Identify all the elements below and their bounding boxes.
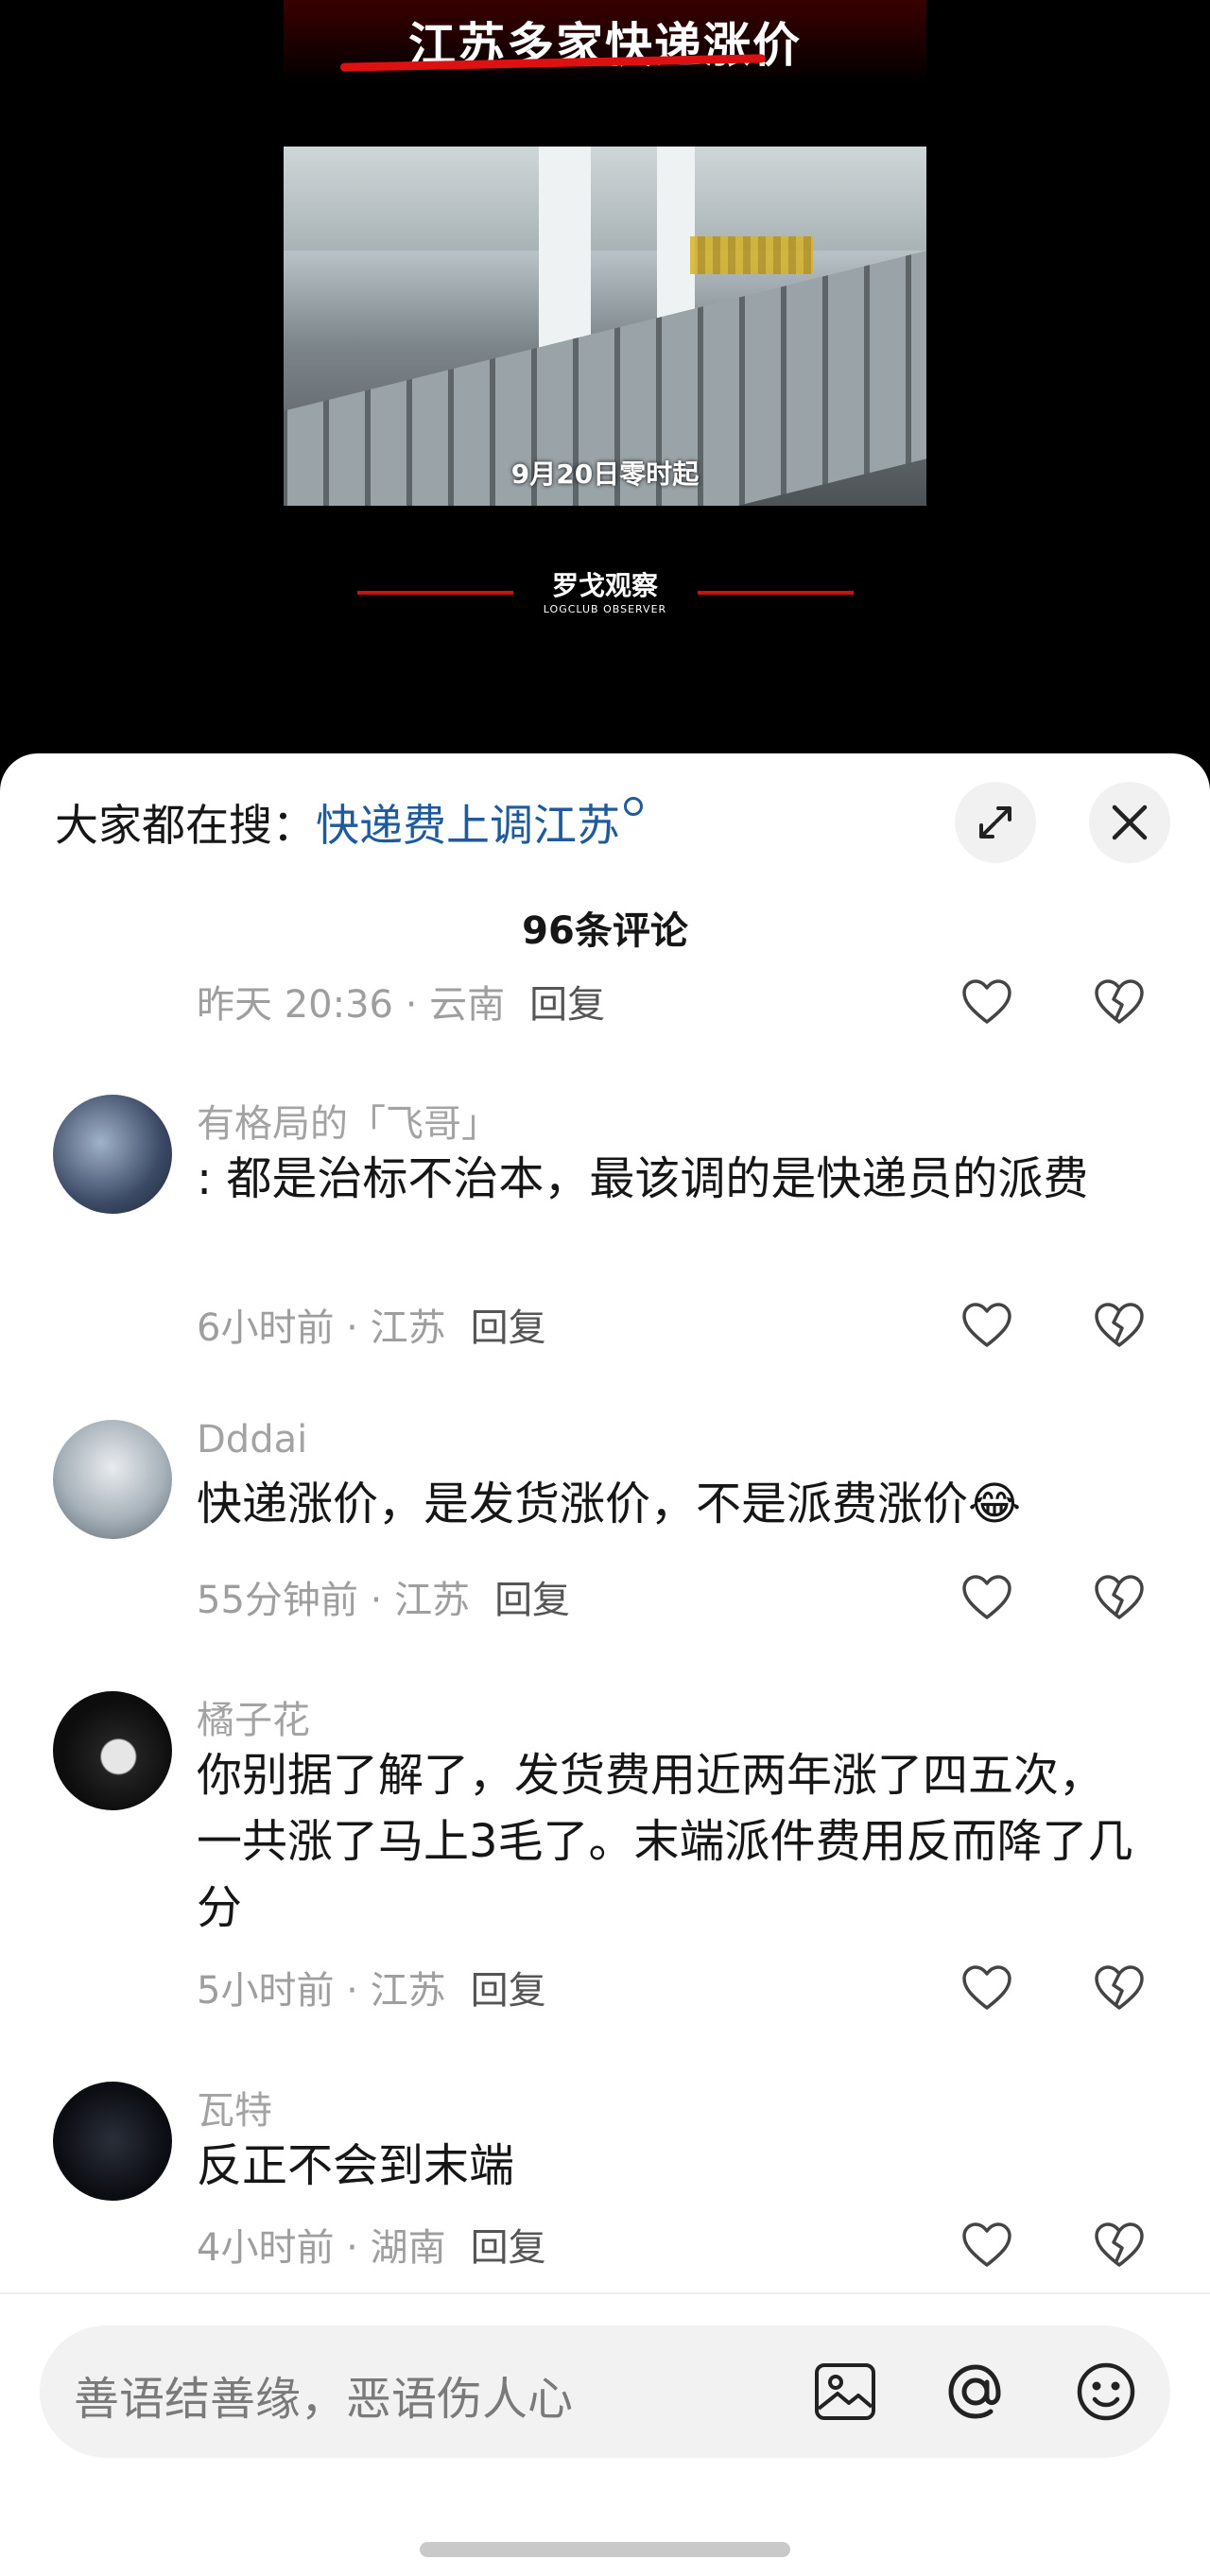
broken-heart-icon[interactable]	[1093, 2220, 1146, 2273]
comment-meta: 6小时前 · 江苏 回复	[197, 1306, 546, 1350]
avatar[interactable]	[53, 1095, 172, 1214]
avatar[interactable]	[53, 2082, 172, 2201]
close-icon	[1112, 804, 1148, 840]
comment-time: 4小时前	[197, 2226, 335, 2270]
laughing-crying-emoji: 😂	[968, 1478, 1022, 1530]
search-icon	[624, 797, 643, 816]
warehouse-ceiling	[284, 147, 926, 251]
reply-button[interactable]: 回复	[471, 1306, 546, 1350]
smiley-icon[interactable]	[1066, 2352, 1146, 2431]
comment-count: 96条评论	[522, 909, 688, 953]
heart-icon[interactable]	[960, 1962, 1013, 2015]
comment-meta: 5小时前 · 江苏 回复	[197, 1969, 546, 2013]
comment-meta: 55分钟前 · 江苏 回复	[197, 1579, 571, 1622]
comment-location: 江苏	[370, 1306, 446, 1350]
comment-author[interactable]: 橘子花	[197, 1689, 310, 1744]
comment-meta: 4小时前 · 湖南 回复	[197, 2226, 546, 2270]
conveyor-frame	[690, 236, 813, 274]
comment-author[interactable]: Dddai	[197, 1418, 307, 1461]
comment-text: : 都是治标不治本，最该调的是快递员的派费	[197, 1152, 1089, 1205]
comment-input[interactable]: 善语结善缘，恶语伤人心	[40, 2325, 1170, 2458]
heart-icon[interactable]	[960, 1300, 1013, 1353]
comment-text: 反正不会到末端	[197, 2139, 515, 2192]
comment-text: 你别据了解了，发货费用近两年涨了四五次，一共涨了马上3毛了。末端派件费用反而降了…	[197, 1749, 1133, 1934]
heart-icon[interactable]	[960, 1572, 1013, 1625]
video-frame	[284, 147, 926, 506]
close-button[interactable]	[1089, 782, 1170, 863]
broken-heart-icon[interactable]	[1093, 1572, 1146, 1625]
comment-time: 6小时前	[197, 1306, 335, 1350]
comment-location: 江苏	[394, 1579, 471, 1622]
avatar[interactable]	[53, 1691, 172, 1810]
heart-icon[interactable]	[960, 2220, 1013, 2273]
reply-button[interactable]: 回复	[494, 1579, 570, 1622]
expand-button[interactable]	[955, 782, 1036, 863]
reply-button[interactable]: 回复	[529, 983, 605, 1027]
comment-input-bar: 善语结善缘，恶语伤人心	[0, 2292, 1210, 2576]
comment-location: 云南	[429, 983, 506, 1027]
brand-divider-right	[698, 591, 854, 595]
video-player[interactable]: 江苏多家快递涨价 9月20日零时起 罗戈观察 LOGCLUB OBSERVER	[0, 0, 1210, 756]
reply-button[interactable]: 回复	[471, 1969, 546, 2013]
comment-time: 昨天 20:36	[197, 983, 393, 1027]
comment-time: 55分钟前	[197, 1579, 358, 1622]
comment-author[interactable]: 瓦特	[197, 2080, 272, 2135]
broken-heart-icon[interactable]	[1093, 1300, 1146, 1353]
comment-location: 湖南	[370, 2226, 446, 2270]
trending-search-label: 大家都在搜：	[55, 800, 316, 851]
comment-time: 5小时前	[197, 1969, 335, 2013]
comment-meta: 昨天 20:36 · 云南 回复	[197, 983, 606, 1027]
broken-heart-icon[interactable]	[1093, 977, 1146, 1029]
at-icon[interactable]	[936, 2352, 1015, 2431]
comment-location: 江苏	[370, 1969, 446, 2013]
avatar[interactable]	[53, 1420, 172, 1539]
heart-icon[interactable]	[960, 977, 1013, 1029]
comment-input-placeholder: 善语结善缘，恶语伤人心	[74, 2373, 574, 2426]
comment-text: 快递涨价，是发货涨价，不是派费涨价😂	[197, 1471, 1142, 1537]
trending-search-link[interactable]: 快递费上调江苏	[316, 800, 620, 851]
video-caption: 9月20日零时起	[510, 458, 700, 490]
brand-name: 罗戈观察	[551, 570, 658, 601]
brand-subtitle: LOGCLUB OBSERVER	[543, 603, 667, 615]
warehouse-pillar	[539, 147, 591, 364]
home-indicator[interactable]	[420, 2542, 790, 2557]
reply-button[interactable]: 回复	[471, 2226, 546, 2270]
comment-text-body: 快递涨价，是发货涨价，不是派费涨价	[197, 1478, 969, 1530]
broken-heart-icon[interactable]	[1093, 1962, 1146, 2015]
brand-divider-left	[357, 591, 513, 595]
comment-author[interactable]: 有格局的「飞哥」	[197, 1093, 499, 1148]
expand-icon	[979, 806, 1011, 838]
image-icon[interactable]	[805, 2352, 885, 2431]
trending-search: 大家都在搜：快递费上调江苏	[55, 791, 643, 854]
